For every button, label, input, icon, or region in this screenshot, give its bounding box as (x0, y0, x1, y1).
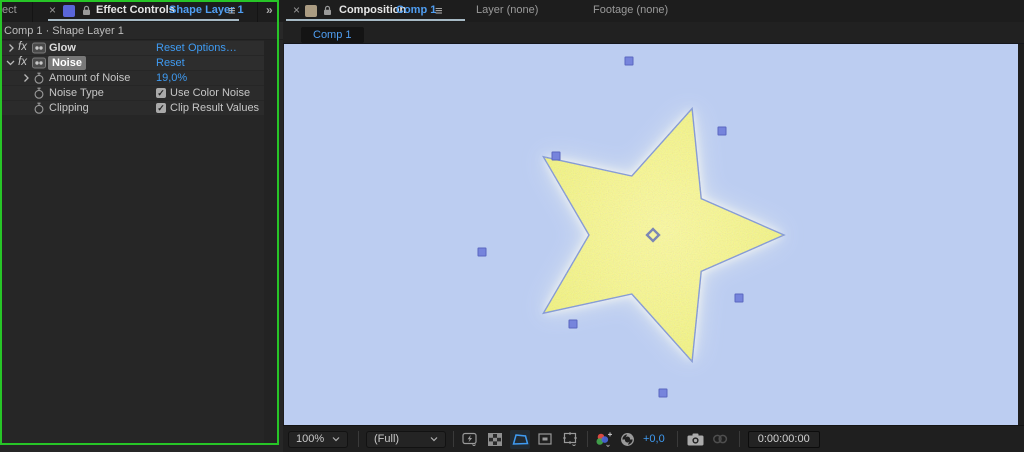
resolution-dropdown[interactable]: (Full) (366, 430, 446, 448)
active-tab-underline (48, 19, 239, 21)
stopwatch-icon[interactable] (34, 102, 44, 115)
property-value[interactable]: 19,0% (156, 72, 187, 84)
stopwatch-icon[interactable] (34, 72, 44, 85)
composition-viewer-panel: × Composition Comp 1 ≡ Layer (none) Foot… (283, 0, 1024, 452)
close-tab-icon[interactable]: × (49, 3, 56, 17)
exposure-value[interactable]: +0,0 (643, 433, 665, 445)
show-snapshot-icon[interactable] (710, 430, 730, 449)
property-name: Clipping (49, 102, 89, 114)
panel-menu-icon[interactable]: ≡ (435, 3, 443, 18)
effect-controls-tab-title[interactable]: Effect Controls (96, 4, 175, 16)
property-row-noise-type[interactable]: Noise Type ✓ Use Color Noise (2, 86, 264, 100)
mask-path-visibility-icon[interactable] (510, 429, 530, 449)
tab-footage[interactable]: Footage (none) (593, 4, 668, 16)
comp-label-color-swatch[interactable] (305, 5, 317, 17)
checkbox-checked[interactable]: ✓ (156, 88, 166, 98)
grid-guide-options-icon[interactable] (560, 430, 580, 449)
lock-icon[interactable] (323, 5, 332, 19)
tab-overflow-icon[interactable]: » (266, 3, 273, 17)
chevron-right-icon[interactable] (22, 74, 30, 82)
breadcrumb: Comp 1 · Shape Layer 1 (0, 22, 283, 40)
fx-badge: fx (18, 56, 27, 68)
after-effects-window: ect × Effect Controls Shape Layer 1 ≡ » … (0, 0, 1024, 452)
path-vertex-handle[interactable] (717, 126, 727, 136)
checkbox-label[interactable]: Clip Result Values (170, 102, 259, 114)
path-vertex-handle[interactable] (477, 247, 487, 257)
effect-row-glow[interactable]: fx Glow Reset Options… (2, 41, 264, 55)
adjust-exposure-icon[interactable] (617, 430, 637, 449)
take-snapshot-icon[interactable] (686, 430, 706, 449)
star-shape-layer[interactable] (541, 106, 786, 364)
chevron-right-icon[interactable] (7, 44, 15, 52)
effect-icon (32, 57, 46, 69)
tab-divider (257, 0, 258, 22)
toolbar-divider (358, 431, 359, 447)
tab-layer[interactable]: Layer (none) (476, 4, 538, 16)
path-vertex-handle[interactable] (624, 56, 634, 66)
toolbar-divider (738, 431, 740, 447)
tab-divider (32, 0, 33, 22)
stopwatch-icon[interactable] (34, 87, 44, 100)
path-vertex-handle[interactable] (734, 293, 744, 303)
effect-icon (32, 42, 46, 54)
panel-menu-icon[interactable]: ≡ (228, 3, 236, 18)
path-vertex-handle[interactable] (551, 151, 561, 161)
fx-badge: fx (18, 41, 27, 53)
show-channel-icon[interactable] (593, 430, 613, 449)
toolbar-divider (587, 431, 588, 447)
effect-controls-tabbar: ect × Effect Controls Shape Layer 1 ≡ » (0, 0, 283, 22)
project-tab-partial-label[interactable]: ect (2, 4, 17, 16)
close-tab-icon[interactable]: × (293, 3, 300, 17)
checkbox-label[interactable]: Use Color Noise (170, 87, 250, 99)
property-name: Amount of Noise (49, 72, 131, 84)
composition-tab-target[interactable]: Comp 1 (396, 4, 436, 16)
current-time-display[interactable]: 0:00:00:00 (747, 430, 820, 448)
region-of-interest-icon[interactable] (535, 430, 555, 449)
reset-link[interactable]: Reset (156, 42, 185, 54)
layer-label-color-swatch[interactable] (63, 5, 75, 17)
viewer-subtab-row: Comp 1 (283, 22, 1024, 44)
options-link[interactable]: Options… (188, 42, 237, 54)
property-name: Noise Type (49, 87, 104, 99)
reset-link[interactable]: Reset (156, 57, 185, 69)
panel-scroll-gutter (264, 40, 279, 445)
path-vertex-handle[interactable] (568, 319, 578, 329)
chevron-down-icon[interactable] (6, 59, 15, 67)
property-row-clipping[interactable]: Clipping ✓ Clip Result Values (2, 101, 264, 115)
toolbar-divider (453, 431, 454, 447)
effect-controls-panel: ect × Effect Controls Shape Layer 1 ≡ » … (0, 0, 283, 452)
fast-previews-icon[interactable] (460, 430, 480, 449)
comp-subtab[interactable]: Comp 1 (301, 27, 364, 43)
chevron-down-icon (332, 437, 340, 442)
path-vertex-handle[interactable] (658, 388, 668, 398)
chevron-down-icon (430, 437, 438, 442)
viewer-tabbar: × Composition Comp 1 ≡ Layer (none) Foot… (283, 0, 1024, 22)
effect-rows: fx Glow Reset Options… fx Noise Reset Am… (2, 41, 264, 116)
active-tab-underline (286, 19, 465, 21)
toolbar-divider (676, 431, 678, 447)
viewer-toolbar: 100% (Full) +0,0 0:00:00:00 (283, 425, 1024, 452)
transparency-grid-icon[interactable] (485, 430, 505, 449)
property-row-amount-of-noise[interactable]: Amount of Noise 19,0% (2, 71, 264, 85)
lock-icon[interactable] (82, 5, 91, 19)
composition-canvas[interactable] (284, 44, 1018, 425)
checkbox-checked[interactable]: ✓ (156, 103, 166, 113)
composition-svg (477, 56, 786, 398)
magnification-dropdown[interactable]: 100% (288, 430, 348, 448)
effect-row-noise[interactable]: fx Noise Reset (2, 56, 264, 70)
effect-name[interactable]: Glow (49, 42, 76, 54)
effect-name-selected[interactable]: Noise (48, 56, 86, 70)
